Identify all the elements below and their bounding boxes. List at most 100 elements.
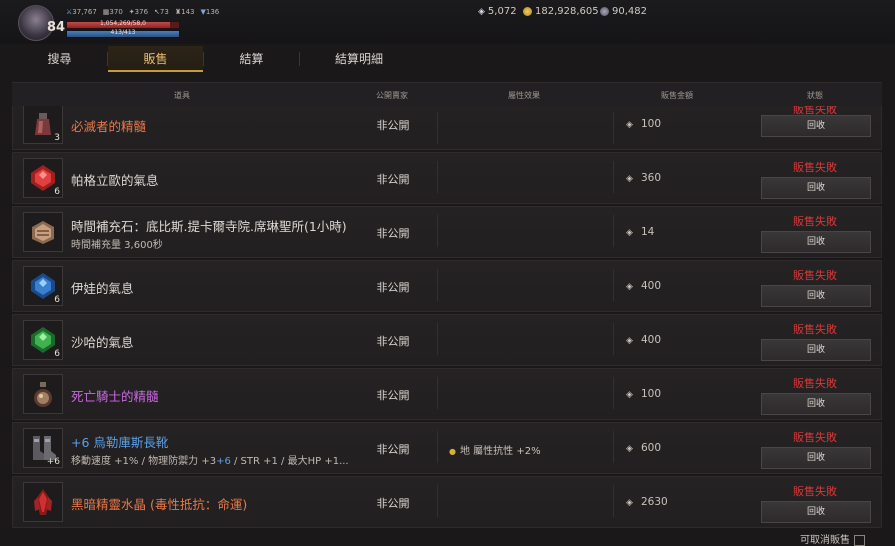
item-name: +6 烏勒庫斯長靴 — [71, 435, 169, 450]
column-divider — [613, 323, 614, 355]
tab-search[interactable]: 搜尋 — [12, 46, 107, 72]
price-value: 360 — [641, 172, 662, 184]
gem-currency: ◈ 5,072 — [478, 6, 517, 17]
item-name: 沙哈的氣息 — [71, 335, 134, 350]
stat-4-value: 73 — [159, 8, 169, 16]
seller: 非公開 — [376, 497, 410, 510]
price: ◈ 360 — [626, 172, 661, 184]
column-status[interactable]: 狀態 — [780, 90, 850, 101]
diamond-icon: ◈ — [478, 6, 485, 17]
column-item[interactable]: 道具 — [132, 90, 232, 101]
status-badge: 販售失敗 — [793, 323, 837, 336]
stat-3-value: 376 — [134, 8, 149, 16]
seller: 非公開 — [376, 443, 410, 456]
tab-settlement[interactable]: 結算 — [204, 46, 299, 72]
player-stats: ⚔37,767 ▦370 ✦376 ↖73 ♜143 ▼136 — [66, 8, 219, 16]
item-icon-slot[interactable]: 3 — [23, 106, 63, 144]
seller: 非公開 — [376, 389, 410, 402]
stat-2-value: 370 — [109, 8, 123, 16]
status-badge: 販售失敗 — [793, 431, 837, 444]
diamond-icon: ◈ — [626, 228, 633, 238]
item-quantity: 6 — [54, 187, 60, 197]
reclaim-button[interactable]: 回收 — [761, 115, 871, 137]
price-value: 400 — [641, 280, 662, 292]
seller: 非公開 — [376, 119, 410, 132]
item-stats-b: / STR +1 / 最大HP +1... — [230, 456, 349, 467]
item-name: 帕格立歐的氣息 — [71, 173, 159, 188]
stat-6: ▼136 — [200, 8, 219, 16]
table-row[interactable]: 6 沙哈的氣息 非公開 ◈ 400 販售失敗 回收 — [12, 314, 882, 366]
diamond-icon: ◈ — [626, 174, 633, 184]
column-divider — [613, 377, 614, 409]
reclaim-button[interactable]: 回收 — [761, 447, 871, 469]
diamond-icon: ◈ — [626, 336, 633, 346]
cancelable-filter[interactable]: 可取消販售 — [800, 531, 865, 546]
reclaim-button[interactable]: 回收 — [761, 177, 871, 199]
mp-bar: 413/413 — [66, 29, 180, 38]
item-icon-slot[interactable] — [23, 374, 63, 414]
price-value: 600 — [641, 442, 662, 454]
column-divider — [613, 269, 614, 301]
column-divider — [613, 215, 614, 247]
table-row[interactable]: 3 必滅者的精髓 非公開 ◈ 100 販售失敗 回收 — [12, 106, 882, 150]
item-icon-slot[interactable]: 6 — [23, 320, 63, 360]
item-icon-slot[interactable]: 6 — [23, 158, 63, 198]
stat-3: ✦376 — [129, 8, 148, 16]
table-row[interactable]: 6 伊娃的氣息 非公開 ◈ 400 販售失敗 回收 — [12, 260, 882, 312]
column-divider — [613, 161, 614, 193]
item-name: 伊娃的氣息 — [71, 281, 134, 296]
gem-amount: 5,072 — [487, 6, 517, 17]
reclaim-button[interactable]: 回收 — [761, 393, 871, 415]
status-badge: 販售失敗 — [793, 161, 837, 174]
column-attribute[interactable]: 屬性效果 — [474, 90, 574, 101]
item-enhance-level: +6 — [46, 457, 60, 467]
stat-2: ▦370 — [103, 8, 123, 16]
item-icon-slot[interactable] — [23, 212, 63, 252]
stat-6-value: 136 — [205, 8, 220, 16]
column-divider — [437, 377, 438, 409]
table-row[interactable]: +6 +6 烏勒庫斯長靴 移動速度 +1% / 物理防禦力 +3+6 / STR… — [12, 422, 882, 474]
status-badge: 販售失敗 — [793, 215, 837, 228]
table-row[interactable]: 6 帕格立歐的氣息 非公開 ◈ 360 販售失敗 回收 — [12, 152, 882, 204]
price: ◈ 100 — [626, 118, 661, 130]
tab-settlement-details[interactable]: 結算明細 — [300, 46, 418, 72]
points-currency: 90,482 — [600, 6, 647, 17]
column-divider — [437, 485, 438, 517]
item-quantity: 6 — [54, 349, 60, 359]
attribute-effect: ● 地 屬性抗性 +2% — [449, 442, 541, 457]
column-seller[interactable]: 公開賣家 — [352, 90, 432, 101]
table-row[interactable]: 死亡騎士的精髓 非公開 ◈ 100 販售失敗 回收 — [12, 368, 882, 420]
item-icon-slot[interactable]: 6 — [23, 266, 63, 306]
gold-amount: 182,928,605 — [535, 6, 599, 17]
price: ◈ 400 — [626, 280, 661, 292]
item-icon-slot[interactable] — [23, 482, 63, 522]
item-name: 黑暗精靈水晶 (毒性抵抗：命運) — [71, 497, 248, 512]
item-quantity: 6 — [54, 295, 60, 305]
points-amount: 90,482 — [612, 6, 647, 17]
reclaim-button[interactable]: 回收 — [761, 339, 871, 361]
price-value: 100 — [641, 388, 662, 400]
price: ◈ 400 — [626, 334, 661, 346]
status-badge: 販售失敗 — [793, 269, 837, 282]
reclaim-button[interactable]: 回收 — [761, 231, 871, 253]
item-icon-slot[interactable]: +6 — [23, 428, 63, 468]
cancelable-checkbox[interactable] — [854, 534, 865, 546]
mp-text: 413/413 — [110, 29, 136, 36]
status-badge: 販售失敗 — [793, 485, 837, 498]
earth-element-icon: ● — [449, 447, 456, 456]
reclaim-button[interactable]: 回收 — [761, 501, 871, 523]
hp-text: 1,054,269/58,0 — [100, 20, 146, 27]
stat-1: ⚔37,767 — [66, 8, 97, 16]
price: ◈ 14 — [626, 226, 654, 238]
item-stats-a: 移動速度 +1% / 物理防禦力 +3 — [71, 456, 217, 467]
silver-coin-icon — [600, 7, 609, 16]
reclaim-button[interactable]: 回收 — [761, 285, 871, 307]
table-row[interactable]: 黑暗精靈水晶 (毒性抵抗：命運) 非公開 ◈ 2630 販售失敗 回收 — [12, 476, 882, 528]
price-value: 14 — [641, 226, 655, 238]
diamond-icon: ◈ — [626, 120, 633, 130]
price: ◈ 2630 — [626, 496, 668, 508]
column-price[interactable]: 販售金額 — [627, 90, 727, 101]
table-row[interactable]: 時間補充石：底比斯.提卡爾寺院.席琳聖所(1小時) 時間補充量 3,600秒 非… — [12, 206, 882, 258]
tab-sell[interactable]: 販售 — [108, 46, 203, 72]
seller: 非公開 — [376, 335, 410, 348]
